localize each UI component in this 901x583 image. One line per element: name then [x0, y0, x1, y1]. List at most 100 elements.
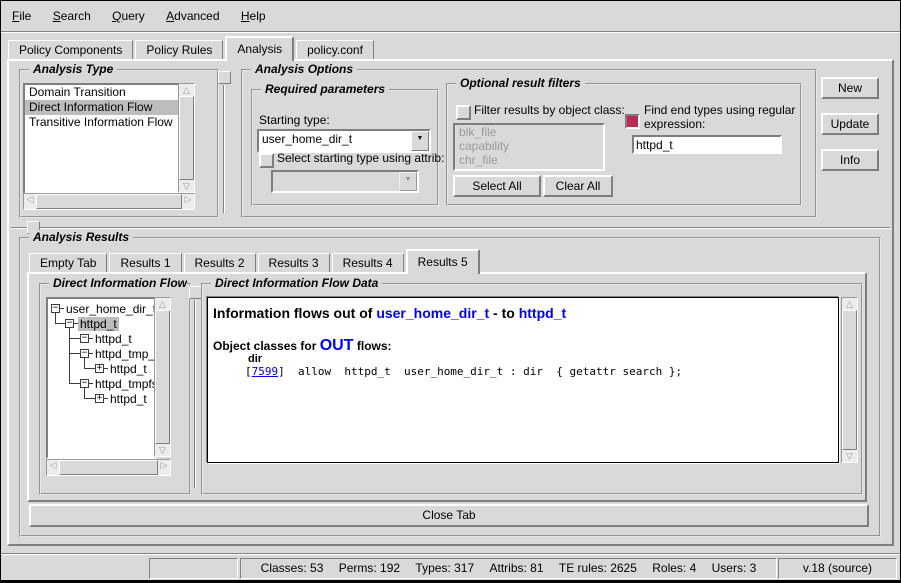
scroll-right-icon[interactable]: ▷: [182, 194, 194, 209]
object-class-listbox[interactable]: blk_file capability chr_file: [453, 123, 605, 171]
tree-node[interactable]: −httpd_tmp_t: [80, 346, 156, 361]
tree-node-label[interactable]: user_home_dir_t: [64, 302, 156, 316]
starting-type-value: user_home_dir_t: [259, 131, 411, 151]
menu-query[interactable]: Query: [112, 1, 145, 31]
tab-results-2[interactable]: Results 2: [184, 253, 256, 272]
tree-collapse-icon[interactable]: −: [80, 379, 89, 388]
list-item-transitive-information-flow[interactable]: Transitive Information Flow: [25, 115, 179, 130]
tree-expand-icon[interactable]: +: [95, 394, 104, 403]
attrib-combobox[interactable]: ▼: [271, 170, 419, 193]
filter-object-class-checkbox[interactable]: [456, 105, 471, 120]
scrollbar-thumb[interactable]: [179, 96, 194, 180]
tab-policy-conf[interactable]: policy.conf: [296, 40, 374, 59]
flow-tree-panel: Direct Information Flow T: [39, 283, 191, 495]
scroll-left-icon[interactable]: ◁: [24, 194, 36, 209]
list-item-direct-information-flow[interactable]: Direct Information Flow: [25, 100, 179, 115]
tab-results-3[interactable]: Results 3: [258, 253, 330, 272]
tree-node[interactable]: −httpd_tmpfs_t: [80, 376, 156, 391]
tree-collapse-icon[interactable]: −: [80, 334, 89, 343]
status-bar: Classes: 53 Perms: 192 Types: 317 Attrib…: [1, 553, 900, 582]
vertical-sash[interactable]: [194, 300, 196, 488]
tree-node-label[interactable]: httpd_t: [108, 362, 149, 376]
scroll-up-icon[interactable]: △: [179, 84, 194, 96]
tree-node[interactable]: −httpd_t: [80, 331, 134, 346]
scrollbar-thumb[interactable]: [842, 310, 857, 450]
sash-handle[interactable]: [218, 71, 231, 84]
tree-node-label[interactable]: httpd_tmp_t: [93, 347, 156, 361]
menu-search[interactable]: Search: [53, 1, 91, 31]
tree-node-label[interactable]: httpd_t: [93, 332, 134, 346]
tree-node[interactable]: + httpd_t: [95, 361, 149, 376]
tree-collapse-icon[interactable]: −: [51, 304, 60, 313]
scroll-left-icon[interactable]: ◁: [47, 460, 59, 475]
policy-version: v.18 (source): [803, 561, 872, 575]
menu-bar: File Search Query Advanced Help: [1, 1, 900, 32]
tree-collapse-icon[interactable]: −: [65, 319, 74, 328]
flow-tree[interactable]: −user_home_dir_t −httpd_t −httpd_t −http…: [46, 297, 156, 459]
tree-connector: [69, 338, 80, 339]
analysis-type-hscrollbar[interactable]: ◁ ▷: [23, 193, 195, 210]
regex-checkbox[interactable]: [625, 114, 640, 129]
scroll-up-icon[interactable]: △: [842, 298, 857, 310]
menu-file[interactable]: File: [12, 1, 31, 31]
scroll-down-icon[interactable]: ▽: [179, 180, 194, 192]
tab-results-1[interactable]: Results 1: [109, 253, 181, 272]
tree-node-label[interactable]: httpd_t: [108, 392, 149, 406]
tree-expand-icon[interactable]: +: [95, 364, 104, 373]
tab-policy-components[interactable]: Policy Components: [8, 40, 133, 59]
menu-advanced[interactable]: Advanced: [166, 1, 219, 31]
rule-line: [7599] allow httpd_t user_home_dir_t : d…: [245, 365, 682, 378]
scrollbar-thumb[interactable]: [59, 460, 158, 475]
scrollbar-thumb[interactable]: [36, 194, 182, 209]
stat-roles: Roles: 4: [652, 561, 696, 575]
object-class-item: capability: [455, 139, 603, 153]
tab-results-4[interactable]: Results 4: [332, 253, 404, 272]
update-button[interactable]: Update: [821, 113, 879, 135]
tree-connector: [69, 353, 80, 354]
tree-node-label-selected[interactable]: httpd_t: [78, 317, 119, 331]
app-window: File Search Query Advanced Help Policy C…: [0, 0, 901, 583]
flow-tree-hscrollbar[interactable]: ◁ ▷: [46, 459, 171, 476]
flow-tree-vscrollbar[interactable]: △ ▽: [154, 297, 171, 457]
tab-policy-rules[interactable]: Policy Rules: [135, 40, 223, 59]
scrollbar-thumb[interactable]: [155, 310, 170, 444]
select-all-button[interactable]: Select All: [453, 175, 541, 197]
attrib-checkbox[interactable]: [259, 153, 274, 168]
info-button[interactable]: Info: [821, 149, 879, 171]
optional-filters-title: Optional result filters: [456, 76, 585, 90]
clear-all-button[interactable]: Clear All: [543, 175, 613, 197]
stat-classes: Classes: 53: [261, 561, 324, 575]
tab-empty-tab[interactable]: Empty Tab: [29, 253, 107, 272]
optional-filters-panel: Optional result filters Filter results b…: [446, 83, 802, 206]
scroll-down-icon[interactable]: ▽: [842, 450, 857, 462]
tree-collapse-icon[interactable]: −: [80, 349, 89, 358]
analysis-type-vscrollbar[interactable]: △ ▽: [178, 83, 195, 193]
tab-results-5[interactable]: Results 5: [406, 249, 480, 274]
tree-node-label[interactable]: httpd_tmpfs_t: [93, 377, 156, 391]
tree-node[interactable]: −httpd_t: [65, 316, 119, 331]
status-segment-empty: [149, 558, 238, 579]
vertical-sash[interactable]: [223, 85, 225, 213]
scroll-down-icon[interactable]: ▽: [155, 444, 170, 456]
flow-data-vscrollbar[interactable]: △ ▽: [841, 297, 858, 463]
rule-number-link[interactable]: 7599: [252, 365, 279, 378]
flow-data-text[interactable]: Information flows out of user_home_dir_t…: [207, 297, 839, 463]
tree-connector: [84, 398, 95, 399]
list-item-domain-transition[interactable]: Domain Transition: [25, 85, 179, 100]
tree-node[interactable]: −user_home_dir_t: [51, 301, 156, 316]
starting-type-combobox[interactable]: user_home_dir_t ▼: [257, 129, 431, 153]
target-type: httpd_t: [519, 305, 566, 321]
required-parameters-panel: Required parameters Starting type: user_…: [251, 89, 439, 206]
tab-analysis[interactable]: Analysis: [225, 36, 294, 61]
scroll-up-icon[interactable]: △: [155, 298, 170, 310]
new-button[interactable]: New: [821, 77, 879, 99]
tree-node[interactable]: + httpd_t: [95, 391, 149, 406]
scroll-right-icon[interactable]: ▷: [158, 460, 170, 475]
close-tab-button[interactable]: Close Tab: [29, 504, 869, 527]
dropdown-arrow-icon[interactable]: ▼: [411, 131, 429, 151]
menu-help[interactable]: Help: [241, 1, 266, 31]
analysis-type-listbox[interactable]: Domain Transition Direct Information Flo…: [23, 83, 181, 195]
horizontal-sash[interactable]: [11, 227, 890, 229]
regex-input[interactable]: [632, 135, 782, 154]
analysis-type-panel: Analysis Type Domain Transition Direct I…: [19, 69, 219, 218]
